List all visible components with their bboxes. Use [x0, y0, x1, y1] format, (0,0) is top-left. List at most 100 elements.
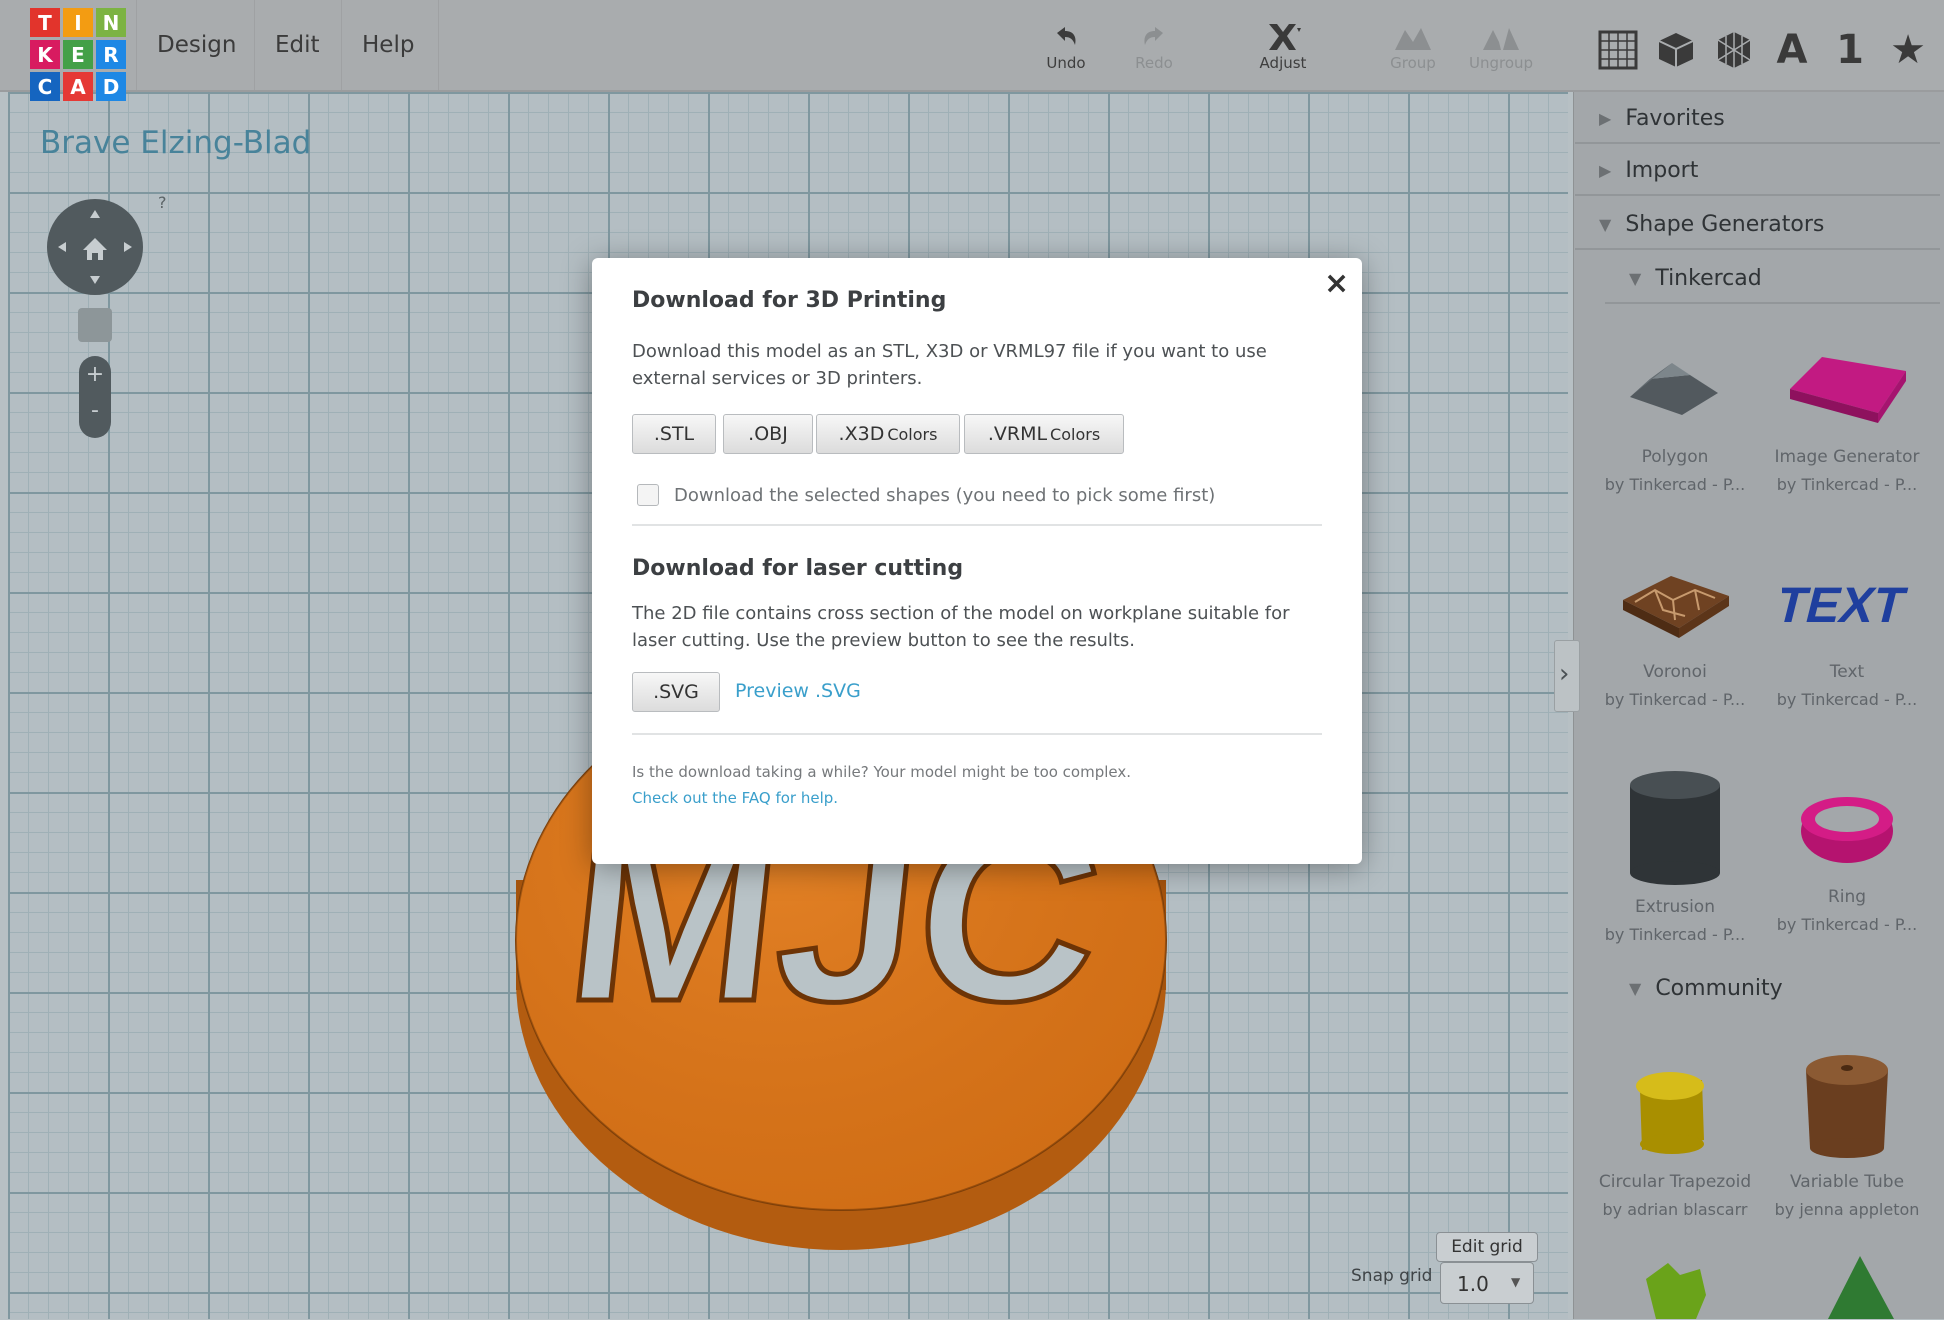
group-button[interactable]: Group [1370, 20, 1456, 80]
adjust-button[interactable]: Adjust [1240, 20, 1326, 80]
letter-a-icon[interactable]: A [1764, 22, 1820, 78]
shape-name: Variable Tube [1789, 1172, 1905, 1192]
fit-view-button[interactable] [78, 308, 112, 342]
download-obj-label: .OBJ [748, 423, 788, 445]
grid-icon[interactable] [1590, 22, 1646, 78]
logo-letter: K [30, 40, 60, 69]
section-shape-generators[interactable]: ▼ Shape Generators [1575, 200, 1940, 250]
menu-design[interactable]: Design [136, 0, 256, 90]
chevron-right-icon: › [1559, 659, 1570, 689]
logo-letter: I [63, 8, 93, 37]
shape-name: Extrusion [1635, 897, 1715, 917]
text-shape-label: TEXT [1782, 577, 1912, 633]
subsection-tinkercad-label: Tinkercad [1655, 265, 1762, 291]
community-shape-green-thumbnail[interactable] [1636, 1255, 1726, 1319]
shape-name: Voronoi [1643, 662, 1707, 682]
zoom-control[interactable]: + - [79, 356, 111, 438]
download-x3d-label: .X3D [838, 423, 885, 445]
menu-help[interactable]: Help [341, 0, 434, 90]
caret-down-icon: ▼ [1599, 214, 1612, 234]
shape-polygon[interactable]: Polygon by Tinkercad - P... [1590, 345, 1760, 494]
download-obj-button[interactable]: .OBJ [723, 414, 813, 454]
close-icon[interactable]: × [1324, 266, 1349, 301]
caret-down-icon: ▼ [1629, 268, 1642, 288]
dialog-desc-3d-printing: Download this model as an STL, X3D or VR… [632, 341, 1267, 389]
download-vrml-sub: Colors [1050, 424, 1101, 444]
group-icon [1393, 20, 1433, 54]
subsection-community[interactable]: ▼ Community [1605, 964, 1940, 1012]
shape-name: Polygon [1641, 447, 1709, 467]
shape-author: by Tinkercad - P... [1776, 475, 1918, 494]
circular-trapezoid-thumbnail [1636, 1072, 1704, 1154]
download-svg-label: .SVG [653, 681, 699, 703]
zoom-out-icon[interactable]: - [79, 398, 111, 423]
dialog-title-3d-printing: Download for 3D Printing [632, 288, 947, 313]
orbit-control[interactable] [46, 198, 144, 296]
shape-author: by Tinkercad - P... [1776, 915, 1918, 934]
undo-label: Undo [1046, 54, 1086, 72]
selected-shapes-checkbox[interactable] [637, 484, 659, 506]
polygon-thumbnail [1630, 363, 1718, 415]
shape-author: by Tinkercad - P... [1604, 690, 1746, 709]
variable-tube-thumbnail [1806, 1055, 1888, 1158]
tinkercad-logo[interactable]: TIN KER CAD [30, 8, 126, 102]
snap-grid-select[interactable]: 1.0 ▼ [1440, 1262, 1534, 1304]
panel-collapse-handle[interactable]: › [1554, 640, 1580, 712]
shape-name: Ring [1827, 887, 1867, 907]
shape-variable-tube[interactable]: Variable Tube by jenna appleton [1762, 1040, 1932, 1219]
download-vrml-label: .VRML [987, 423, 1048, 445]
download-note: Is the download taking a while? Your mod… [632, 763, 1132, 781]
ungroup-label: Ungroup [1468, 54, 1534, 72]
shape-author: by jenna appleton [1774, 1200, 1920, 1219]
shape-author: by Tinkercad - P... [1604, 925, 1746, 944]
ring-thumbnail [1801, 797, 1893, 863]
logo-letter: C [30, 72, 60, 101]
shape-voronoi[interactable]: Voronoi by Tinkercad - P... [1590, 560, 1760, 709]
section-import-label: Import [1625, 157, 1699, 183]
faq-link[interactable]: Check out the FAQ for help. [632, 789, 838, 807]
download-x3d-button[interactable]: .X3D Colors [816, 414, 960, 454]
star-icon[interactable]: ★ [1880, 22, 1936, 78]
shape-circular-trapezoid[interactable]: Circular Trapezoid by adrian blascarr [1590, 1040, 1760, 1219]
preview-svg-link[interactable]: Preview .SVG [735, 678, 861, 705]
dialog-desc-laser-cutting: The 2D file contains cross section of th… [632, 603, 1290, 651]
menu-separator [438, 0, 439, 90]
logo-letter: A [63, 72, 93, 101]
adjust-label: Adjust [1259, 54, 1307, 72]
logo-letter: T [30, 8, 60, 37]
shape-name: Circular Trapezoid [1598, 1172, 1752, 1192]
shape-image-generator[interactable]: Image Generator by Tinkercad - P... [1762, 345, 1932, 494]
undo-icon [1051, 20, 1081, 54]
subsection-tinkercad[interactable]: ▼ Tinkercad [1605, 254, 1940, 304]
cube-icon[interactable] [1648, 22, 1704, 78]
section-favorites-label: Favorites [1625, 105, 1725, 131]
redo-button[interactable]: Redo [1111, 20, 1197, 80]
shape-text[interactable]: TEXT Text by Tinkercad - P... [1762, 560, 1932, 709]
logo-letter: D [96, 72, 126, 101]
ungroup-button[interactable]: Ungroup [1458, 20, 1544, 80]
edit-grid-button[interactable]: Edit grid [1436, 1232, 1538, 1262]
number-one-icon[interactable]: 1 [1822, 22, 1878, 78]
undo-button[interactable]: Undo [1023, 20, 1109, 80]
menu-edit[interactable]: Edit [254, 0, 340, 90]
shape-extrusion[interactable]: Extrusion by Tinkercad - P... [1590, 765, 1760, 944]
chevron-down-icon: ▼ [1511, 1275, 1521, 1289]
view-cube-help[interactable]: ? [158, 193, 167, 212]
shape-ring[interactable]: Ring by Tinkercad - P... [1762, 785, 1932, 934]
design-title[interactable]: Brave Elzing-Blad [40, 125, 311, 161]
download-dialog: × Download for 3D Printing Download this… [592, 258, 1362, 864]
caret-right-icon: ▶ [1599, 108, 1612, 128]
section-import[interactable]: ▶ Import [1575, 146, 1940, 196]
subsection-community-label: Community [1655, 975, 1783, 1001]
ungroup-icon [1481, 20, 1521, 54]
shape-author: by Tinkercad - P... [1604, 475, 1746, 494]
community-shape-dark-green-thumbnail[interactable] [1820, 1250, 1900, 1319]
sphere-icon[interactable] [1706, 22, 1762, 78]
download-vrml-button[interactable]: .VRML Colors [964, 414, 1124, 454]
zoom-in-icon[interactable]: + [79, 362, 111, 387]
section-favorites[interactable]: ▶ Favorites [1575, 94, 1940, 144]
download-stl-button[interactable]: .STL [632, 414, 716, 454]
download-svg-button[interactable]: .SVG [632, 672, 720, 712]
download-stl-label: .STL [653, 423, 695, 445]
voronoi-thumbnail [1623, 576, 1729, 638]
